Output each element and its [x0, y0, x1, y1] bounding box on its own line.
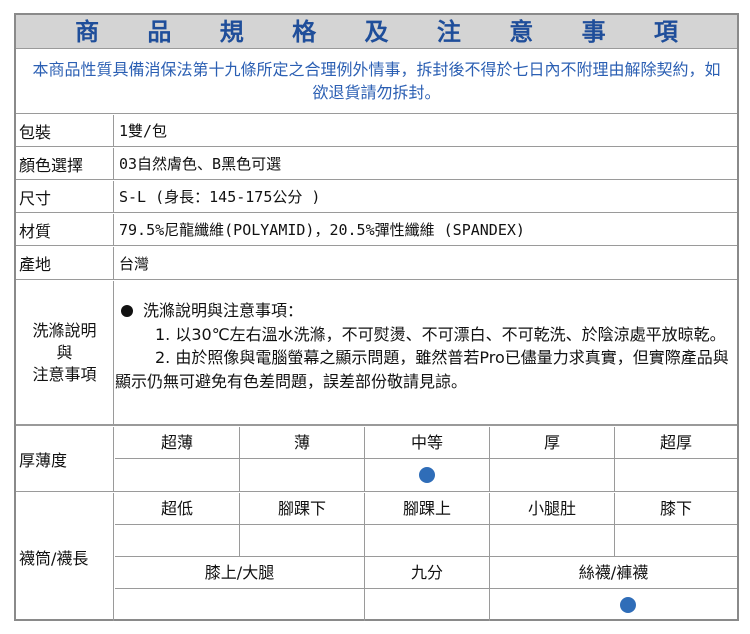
care-item-2: 2. 由於照像與電腦螢幕之顯示問題，雖然普若Pro已儘量力求真實，但實際產品與 … [115, 348, 729, 391]
thickness-mark-cell [115, 459, 240, 491]
care-label-line: 洗滌說明 [32, 320, 97, 340]
spec-value: 台灣 [119, 254, 150, 273]
spec-row-color: 顏色選擇 03自然膚色、B黑色可選 [16, 148, 737, 180]
care-heading: 洗滌說明與注意事項： [143, 301, 304, 320]
spec-row-size: 尺寸 S-L (身長：145-175公分 ) [16, 181, 737, 213]
care-row: 洗滌說明 與 注意事項 洗滌說明與注意事項： 1. 以30℃左右溫水洗滌，不可熨… [16, 281, 737, 426]
spec-label: 產地 [16, 247, 114, 279]
spec-value: 03自然膚色、B黑色可選 [119, 155, 282, 173]
length-option: 超低 [115, 493, 240, 525]
thickness-option: 超厚 [615, 427, 737, 459]
length-mark-cell [615, 525, 737, 557]
length-option: 膝下 [615, 493, 737, 525]
length-option: 膝上/大腿 [115, 557, 365, 589]
thickness-mark-cell [240, 459, 365, 491]
thickness-mark-cell [365, 459, 490, 491]
spec-row-packaging: 包裝 1雙/包 [16, 115, 737, 147]
length-option: 腳踝上 [365, 493, 490, 525]
length-label: 襪筒/襪長 [16, 493, 114, 621]
spec-label: 材質 [16, 214, 114, 245]
return-policy-notice: 本商品性質具備消保法第十九條所定之合理例外情事，拆封後不得於七日內不附理由解除契… [16, 50, 737, 114]
care-label-line: 與 [56, 342, 73, 362]
length-mark-cell [490, 525, 615, 557]
thickness-option: 中等 [365, 427, 490, 459]
length-mark-cell [115, 589, 365, 621]
length-mark-cell [240, 525, 365, 557]
thickness-mark-cell [490, 459, 615, 491]
spec-value: S-L (身長：145-175公分 ) [119, 188, 321, 206]
selected-dot-icon [419, 467, 435, 483]
spec-label: 包裝 [16, 115, 114, 146]
length-mark-cell [365, 589, 490, 621]
spec-row-material: 材質 79.5%尼龍纖維(POLYAMID)，20.5%彈性纖維 (SPANDE… [16, 214, 737, 246]
care-instructions: 洗滌說明與注意事項： 1. 以30℃左右溫水洗滌，不可熨燙、不可漂白、不可乾洗、… [115, 299, 729, 393]
length-mark-cell [115, 525, 240, 557]
spec-label: 尺寸 [16, 181, 114, 212]
care-label-line: 注意事項 [32, 364, 97, 384]
thickness-section: 厚薄度 超薄 薄 中等 厚 超厚 [16, 427, 737, 492]
spec-table: 商 品 規 格 及 注 意 事 項 本商品性質具備消保法第十九條所定之合理例外情… [14, 13, 739, 621]
length-option: 腳踝下 [240, 493, 365, 525]
length-section: 襪筒/襪長 超低 腳踝下 腳踝上 小腿肚 膝下 膝上/大腿 九分 絲襪/褲襪 [16, 493, 737, 621]
care-label: 洗滌說明 與 注意事項 [16, 281, 114, 424]
page-title: 商 品 規 格 及 注 意 事 項 [16, 15, 737, 49]
length-option: 小腿肚 [490, 493, 615, 525]
spec-label: 顏色選擇 [16, 148, 114, 179]
thickness-option: 超薄 [115, 427, 240, 459]
thickness-option: 薄 [240, 427, 365, 459]
spec-row-origin: 產地 台灣 [16, 247, 737, 280]
thickness-mark-cell [615, 459, 737, 491]
care-item-1: 1. 以30℃左右溫水洗滌，不可熨燙、不可漂白、不可乾洗、於陰涼處平放晾乾。 [155, 324, 726, 344]
selected-dot-icon [620, 597, 636, 613]
length-option: 絲襪/褲襪 [490, 557, 737, 589]
length-option: 九分 [365, 557, 490, 589]
length-mark-cell [365, 525, 490, 557]
spec-value: 1雙/包 [119, 122, 168, 140]
bullet-icon [121, 305, 133, 317]
thickness-label: 厚薄度 [16, 427, 114, 491]
length-mark-cell [490, 589, 737, 621]
spec-value: 79.5%尼龍纖維(POLYAMID)，20.5%彈性纖維 (SPANDEX) [119, 221, 525, 239]
thickness-option: 厚 [490, 427, 615, 459]
